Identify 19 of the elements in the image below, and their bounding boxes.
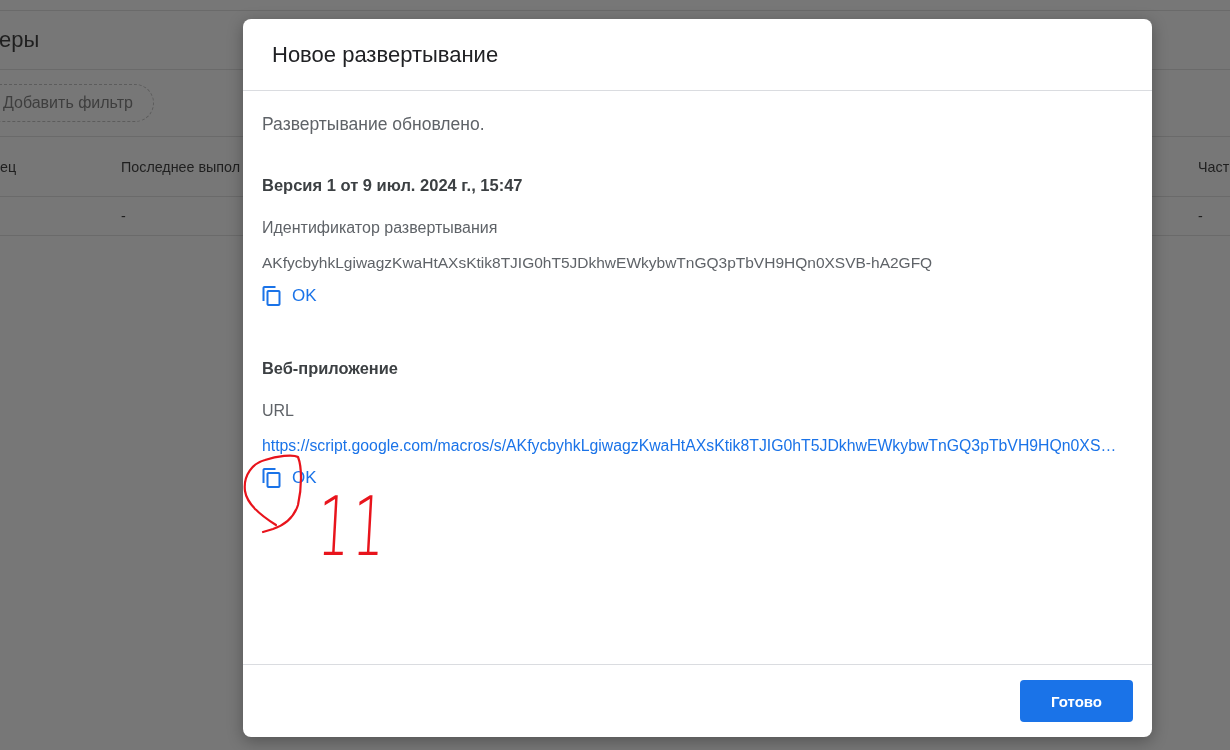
handwritten-number: 11: [315, 486, 390, 568]
status-message: Развертывание обновлено.: [262, 114, 485, 134]
deployment-id: AKfycbyhkLgiwagzKwaHtAXsKtik8TJIG0hT5JDkhwEWkybwTnGQ3pTbVH9HQn0XSVB-hA2GFQ: [262, 253, 933, 273]
copy-button[interactable]: OK: [262, 284, 317, 308]
dialog-title: Новое развертывание: [272, 41, 499, 68]
table-cell: -: [121, 208, 126, 224]
column-header: ец: [0, 158, 17, 175]
done-button[interactable]: Готово: [1020, 680, 1133, 722]
version-heading: Версия 1 от 9 июл. 2024 г., 15:47: [262, 175, 523, 195]
copy-icon: [262, 286, 281, 306]
column-header: Последнее выпол: [121, 158, 241, 175]
section-heading: Веб-приложение: [262, 358, 398, 378]
table-cell: -: [1198, 208, 1203, 224]
copy-icon: [262, 468, 281, 488]
page-title: еры: [0, 27, 40, 53]
url-link[interactable]: https://script.google.com/macros/s/AKfycbyhkLgiwagzKwaHtAXsKtik8TJIG0hT5JDkhwEWkybwTnGQ3pTbVH9HQn0XS…: [262, 437, 1117, 454]
column-header: Част: [1198, 158, 1230, 175]
field-label: Идентификатор развертывания: [262, 218, 498, 238]
field-label: URL: [262, 401, 294, 421]
